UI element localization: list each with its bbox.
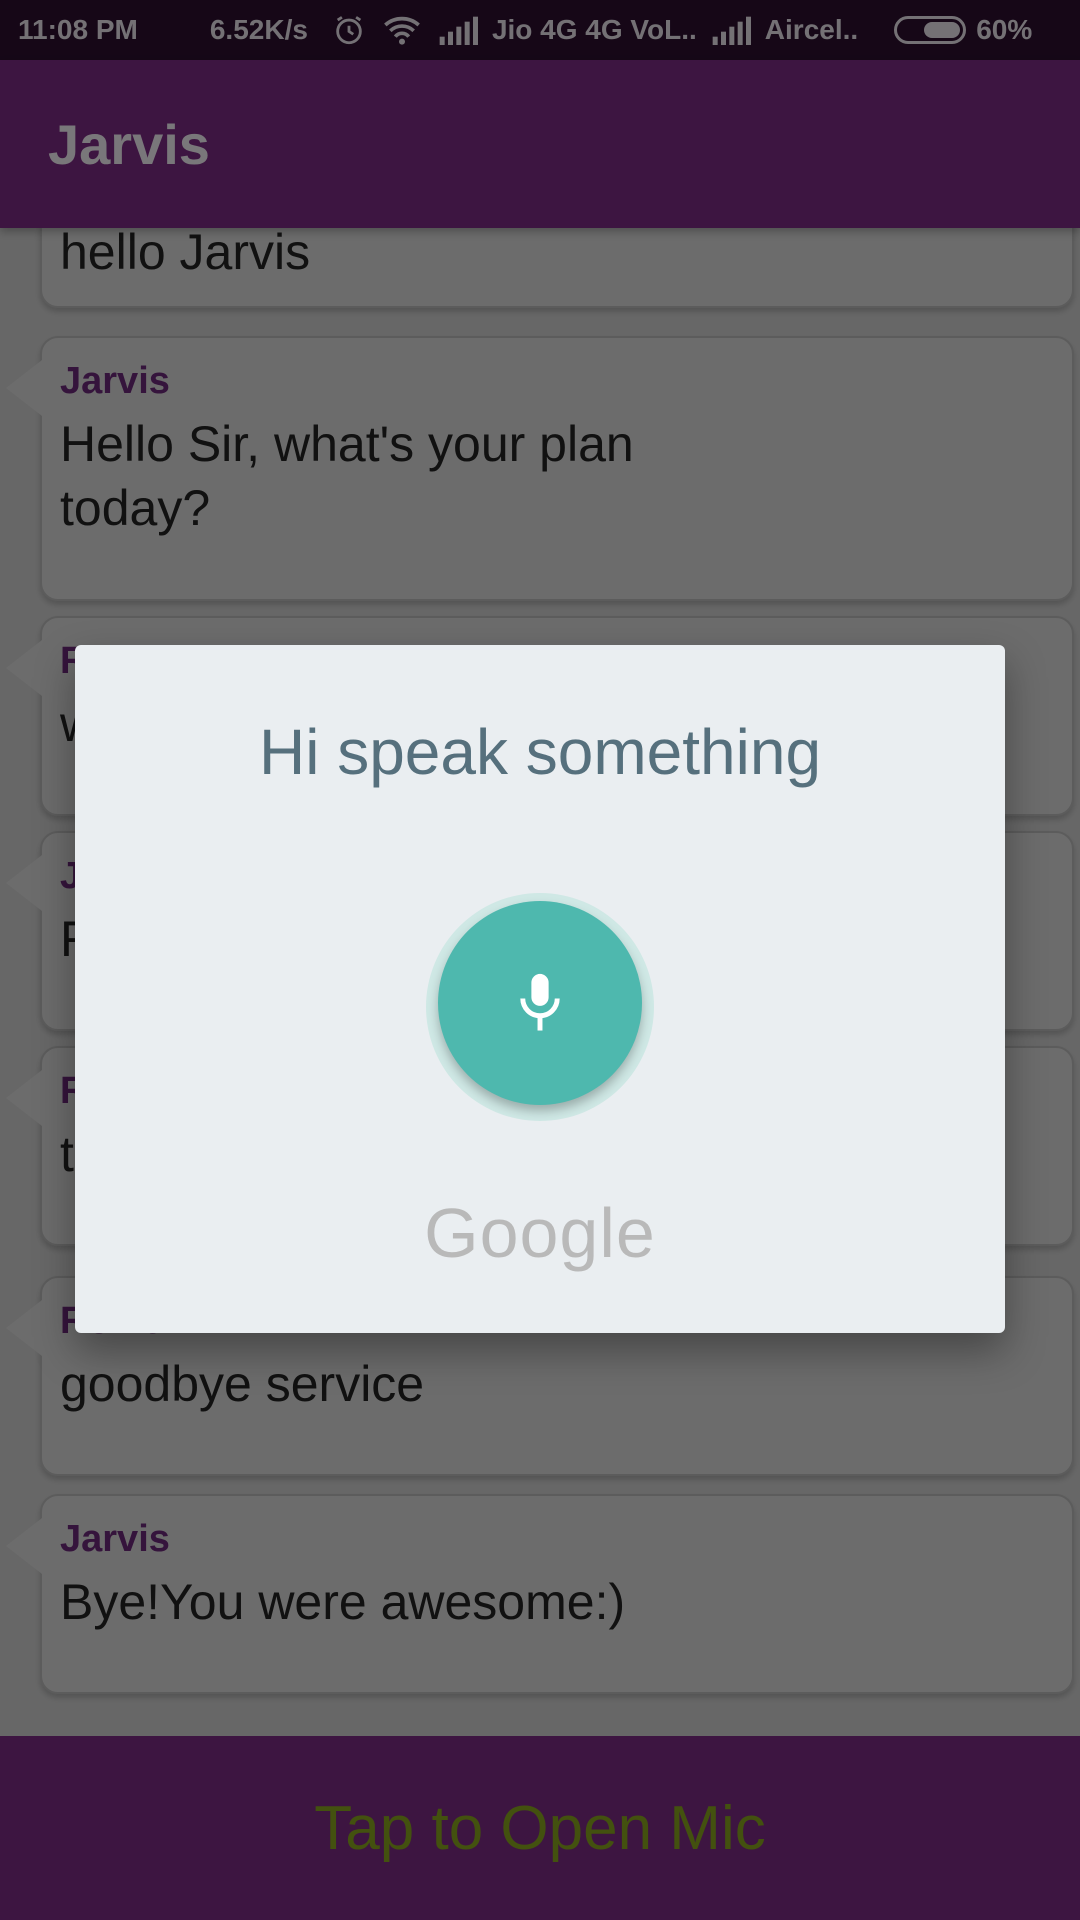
dialog-prompt: Hi speak something (258, 716, 822, 788)
mic-ring (426, 893, 654, 1121)
speech-dialog: Hi speak something Google (75, 645, 1005, 1333)
google-logo: Google (424, 1194, 656, 1272)
mic-icon (510, 969, 570, 1038)
mic-button[interactable] (438, 901, 642, 1105)
